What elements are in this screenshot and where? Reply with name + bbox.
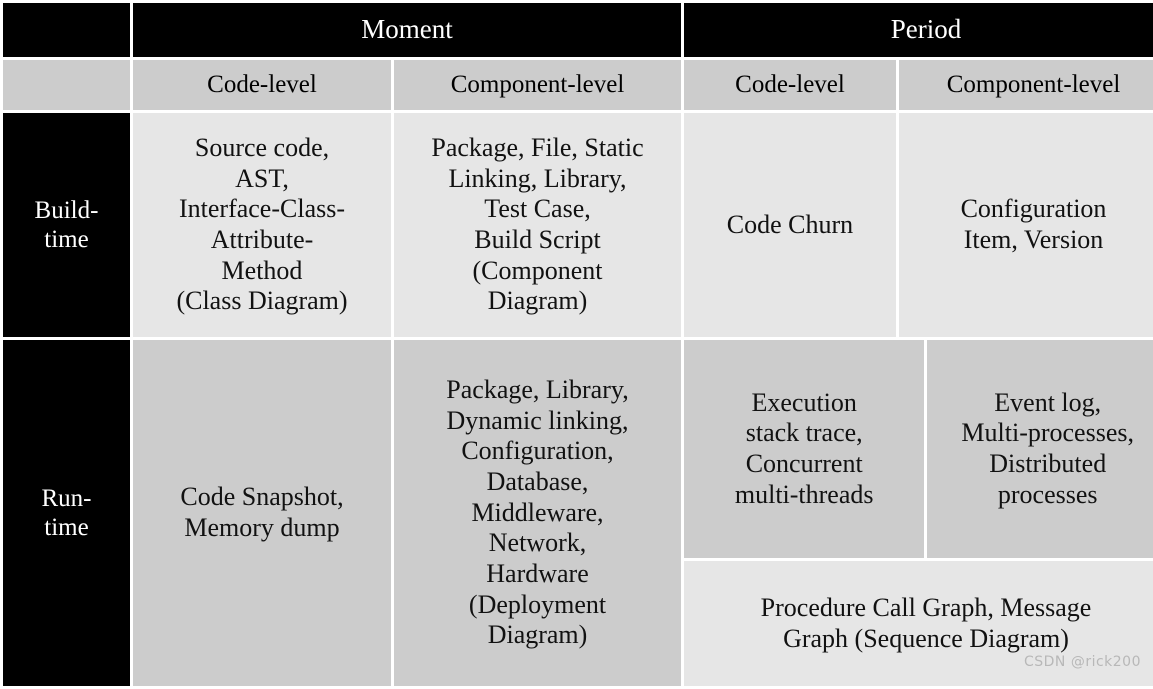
subheader-period-code-level: Code-level (684, 60, 896, 110)
run-time-period-upper-row: Execution stack trace, Concurrent multi-… (684, 340, 1153, 561)
subheader-period-component-level: Component-level (899, 60, 1153, 110)
header-row-sublevels: Code-level Component-level Code-level Co… (3, 60, 1153, 110)
table-row-run-time: Run- time Code Snapshot, Memory dump Pac… (3, 340, 1153, 686)
group-header-moment: Moment (133, 3, 681, 57)
cell-run-time-period-group: Execution stack trace, Concurrent multi-… (684, 340, 1153, 686)
run-time-period-subtable: Execution stack trace, Concurrent multi-… (684, 340, 1153, 686)
table-row-build-time: Build- time Source code, AST, Interface-… (3, 113, 1153, 337)
cell-run-time-moment-code-level: Code Snapshot, Memory dump (133, 340, 391, 686)
header-row-groups: Moment Period (3, 3, 1153, 57)
cell-build-time-period-code-level: Code Churn (684, 113, 896, 337)
row-label-run-time: Run- time (3, 340, 130, 686)
subheader-moment-code-level: Code-level (133, 60, 391, 110)
table-container: Moment Period Code-level Component-level… (0, 0, 1153, 689)
cell-run-time-moment-component-level: Package, Library, Dynamic linking, Confi… (394, 340, 681, 686)
row-label-build-time: Build- time (3, 113, 130, 337)
csdn-watermark: CSDN @rick200 (1023, 654, 1141, 670)
subheader-corner-cell (3, 60, 130, 110)
group-header-period: Period (684, 3, 1153, 57)
header-corner-cell (3, 3, 130, 57)
cell-run-time-period-component-level: Event log, Multi-processes, Distributed … (927, 340, 1153, 561)
cell-build-time-moment-component-level: Package, File, Static Linking, Library, … (394, 113, 681, 337)
subheader-moment-component-level: Component-level (394, 60, 681, 110)
dimension-matrix-table: Moment Period Code-level Component-level… (0, 0, 1153, 689)
cell-run-time-period-code-level: Execution stack trace, Concurrent multi-… (684, 340, 928, 561)
cell-build-time-moment-code-level: Source code, AST, Interface-Class- Attri… (133, 113, 391, 337)
cell-build-time-period-component-level: Configuration Item, Version (899, 113, 1153, 337)
